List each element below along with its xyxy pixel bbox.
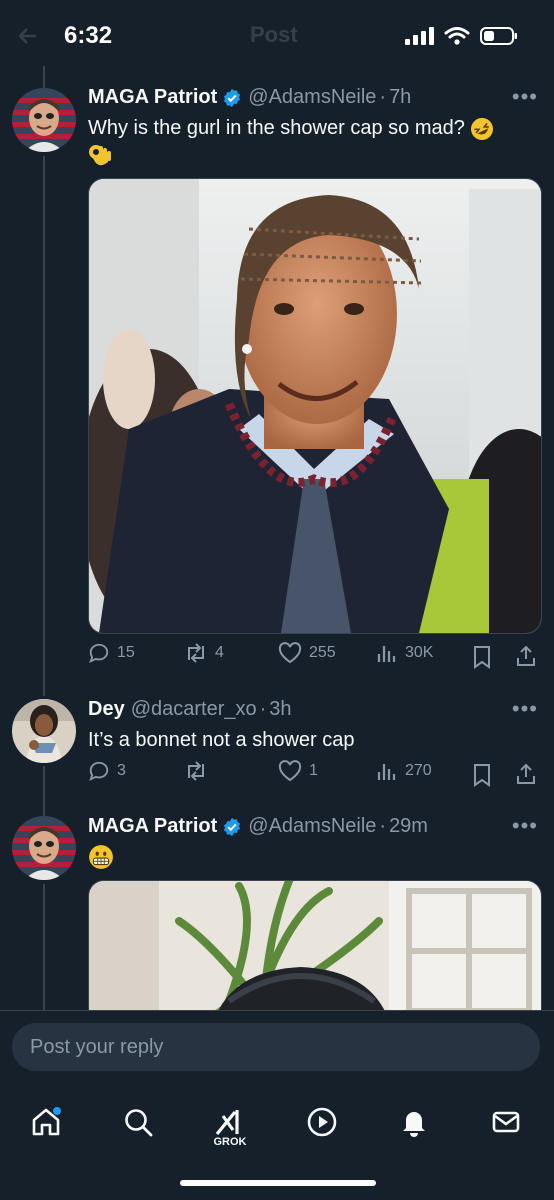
avatar[interactable] [12,816,76,880]
views-count: 270 [405,762,432,779]
reply-icon [89,761,109,782]
author-name[interactable]: MAGA Patriot [88,815,217,838]
reply-icon [89,643,109,664]
tweet-text: It’s a bonnet not a shower cap [88,729,355,751]
tab-messages[interactable] [484,1100,528,1144]
post-image[interactable] [88,178,542,634]
post-age[interactable]: 7h [389,86,411,109]
battery-icon [480,27,517,45]
tweet-text-block: Why is the gurl in the shower cap so mad… [88,114,528,170]
reply-button[interactable]: 3 [88,760,126,782]
cellular-signal-icon [405,27,434,45]
author-handle[interactable]: @dacarter_xo [131,698,257,721]
ok-hand-emoji-icon [89,144,111,165]
author-handle[interactable]: @AdamsNeile [248,86,376,109]
like-button[interactable]: 255 [278,642,336,664]
tab-video[interactable] [300,1100,344,1144]
thread-line-1 [43,156,45,696]
views-count: 30K [405,644,434,661]
play-video-icon [307,1107,337,1137]
status-time: 6:32 [64,22,113,49]
tab-notifications[interactable] [392,1100,436,1144]
reply-count: 15 [117,644,135,661]
tweet-text: Why is the gurl in the shower cap so mad… [88,117,465,139]
reply-placeholder: Post your reply [30,1036,164,1058]
verified-badge-icon [224,817,241,836]
avatar[interactable] [12,88,76,152]
rolling-laughing-emoji-icon [471,117,494,140]
like-icon [278,642,302,664]
wifi-icon [444,27,470,45]
home-icon [32,1107,61,1136]
author-handle[interactable]: @AdamsNeile [248,815,376,838]
thread-line-top [43,66,45,88]
reply-input[interactable]: Post your reply [12,1023,540,1071]
views-button[interactable]: 270 [376,760,432,782]
post-age[interactable]: 29m [389,815,428,838]
repost-count: 4 [215,644,224,661]
grok-label: GROK [213,1136,247,1148]
views-icon [377,646,396,662]
repost-button[interactable] [184,760,215,782]
mail-icon [492,1111,520,1133]
tweet-text-block [88,842,114,870]
repost-icon [188,643,204,663]
thread-line-2 [43,766,45,816]
repost-button[interactable]: 4 [184,642,224,664]
grok-icon [215,1110,239,1136]
bell-icon [403,1112,425,1137]
post-age[interactable]: 3h [269,698,291,721]
more-options-icon[interactable]: ••• [512,84,538,110]
action-bar: 3 1 270 [88,760,540,790]
more-options-icon[interactable]: ••• [512,813,538,839]
author-name[interactable]: Dey [88,698,125,721]
more-options-icon[interactable]: ••• [512,696,538,722]
reply-button[interactable]: 15 [88,642,135,664]
like-icon [278,760,302,782]
views-button[interactable]: 30K [376,642,433,664]
like-count: 1 [309,762,318,779]
tab-grok[interactable]: GROK [208,1100,252,1156]
tab-home[interactable] [24,1100,68,1144]
status-bar: 6:32 [0,0,554,72]
share-icon[interactable] [514,762,538,786]
grimacing-emoji-icon [89,844,113,869]
home-indicator [180,1180,376,1186]
repost-icon [188,761,204,781]
search-icon [125,1109,153,1137]
author-name[interactable]: MAGA Patriot [88,86,217,109]
bookmark-icon[interactable] [472,645,492,669]
tab-search[interactable] [116,1100,160,1144]
avatar[interactable] [12,699,76,763]
reply-composer: Post your reply [0,1010,554,1091]
reply-count: 3 [117,762,126,779]
like-button[interactable]: 1 [278,760,318,782]
bookmark-icon[interactable] [472,763,492,787]
thread-line-3 [43,884,45,1010]
verified-badge-icon [224,88,241,107]
share-icon[interactable] [514,644,538,668]
like-count: 255 [309,644,336,661]
action-bar: 15 4 255 30K [88,642,540,672]
views-icon [377,764,396,780]
